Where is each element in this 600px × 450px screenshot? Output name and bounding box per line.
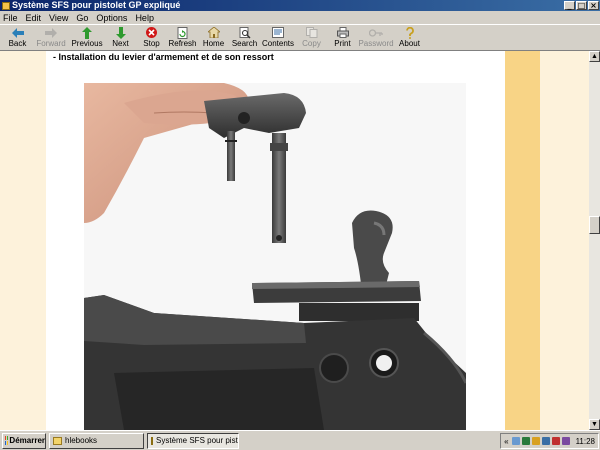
forward-button[interactable]: Forward (33, 25, 69, 51)
print-icon (336, 26, 350, 39)
close-button[interactable]: × (588, 1, 599, 10)
scroll-up-icon[interactable]: ▲ (589, 51, 600, 62)
tray-expand-icon[interactable]: « (504, 437, 508, 446)
refresh-button[interactable]: Refresh (167, 25, 198, 51)
forward-label: Forward (36, 39, 66, 48)
contents-label: Contents (261, 39, 295, 48)
search-icon (238, 26, 252, 39)
volume-icon[interactable] (541, 437, 550, 445)
search-button[interactable]: Search (229, 25, 260, 51)
pistol-parts-photo (84, 83, 466, 430)
photo-illustration (84, 83, 466, 430)
copy-label: Copy (302, 39, 321, 48)
page-left-margin (0, 51, 46, 430)
next-label: Next (112, 39, 129, 48)
key-icon (369, 26, 383, 39)
home-button[interactable]: Home (198, 25, 229, 51)
scroll-thumb[interactable] (589, 216, 600, 234)
next-button[interactable]: Next (105, 25, 136, 51)
app-icon (2, 1, 10, 10)
stop-button[interactable]: Stop (136, 25, 167, 51)
about-icon (403, 26, 417, 39)
minimize-button[interactable]: _ (564, 1, 575, 10)
update-icon[interactable] (531, 437, 540, 445)
copy-icon (305, 26, 319, 39)
page-heading: - Installation du levier d'armement et d… (53, 52, 274, 62)
messenger-icon[interactable] (561, 437, 570, 445)
security-icon[interactable] (521, 437, 530, 445)
arrow-left-icon (11, 26, 25, 39)
page-content: - Installation du levier d'armement et d… (0, 51, 589, 430)
copy-button[interactable]: Copy (296, 25, 327, 51)
print-label: Print (334, 39, 351, 48)
arrow-down-icon (114, 26, 128, 39)
arrow-right-icon (44, 26, 58, 39)
page-decorative-stripe (505, 51, 540, 430)
scroll-down-icon[interactable]: ▼ (589, 419, 600, 430)
network-icon[interactable] (511, 437, 520, 445)
task-help-window[interactable]: Système SFS pour pist... (147, 432, 239, 449)
menu-edit[interactable]: Edit (26, 13, 42, 23)
menu-view[interactable]: View (49, 13, 68, 23)
system-tray: « 11:28 (500, 433, 599, 449)
back-label: Back (8, 39, 27, 48)
antivirus-icon[interactable] (551, 437, 560, 445)
menu-file[interactable]: File (3, 13, 18, 23)
start-label: Démarrer (9, 436, 45, 445)
about-label: About (399, 39, 420, 48)
print-button[interactable]: Print (327, 25, 358, 51)
stop-label: Stop (143, 39, 160, 48)
about-button[interactable]: About (394, 25, 425, 51)
menu-bar: File Edit View Go Options Help (0, 11, 600, 24)
previous-button[interactable]: Previous (69, 25, 105, 51)
search-label: Search (231, 39, 258, 48)
contents-button[interactable]: Contents (260, 25, 296, 51)
start-button[interactable]: Démarrer (2, 432, 46, 449)
stop-icon (145, 26, 159, 39)
password-label: Password (358, 39, 394, 48)
refresh-label: Refresh (168, 39, 197, 48)
help-book-icon (151, 436, 153, 445)
task-hlebooks-label: hlebooks (65, 436, 98, 445)
maximize-button[interactable]: □ (576, 1, 587, 10)
vertical-scrollbar[interactable]: ▲ ▼ (589, 51, 600, 430)
arrow-up-icon (80, 26, 94, 39)
window-title: Système SFS pour pistolet GP expliqué (12, 0, 181, 10)
back-button[interactable]: Back (2, 25, 33, 51)
previous-label: Previous (71, 39, 103, 48)
refresh-icon (176, 26, 190, 39)
title-bar: Système SFS pour pistolet GP expliqué _ … (0, 0, 600, 11)
page-right-margin (540, 51, 589, 430)
tray-clock: 11:28 (575, 436, 595, 446)
toolbar: Back Forward Previous Next Stop Refresh … (0, 24, 600, 51)
windows-logo-icon (5, 436, 8, 445)
password-button[interactable]: Password (358, 25, 394, 51)
menu-go[interactable]: Go (76, 13, 88, 23)
menu-help[interactable]: Help (135, 13, 154, 23)
task-hlebooks[interactable]: hlebooks (49, 432, 144, 449)
menu-options[interactable]: Options (96, 13, 127, 23)
folder-icon (53, 436, 62, 445)
home-label: Home (202, 39, 225, 48)
task-help-window-label: Système SFS pour pist... (156, 436, 239, 445)
home-icon (207, 26, 221, 39)
taskbar: Démarrer hlebooks Système SFS pour pist.… (0, 430, 600, 450)
contents-icon (271, 26, 285, 39)
